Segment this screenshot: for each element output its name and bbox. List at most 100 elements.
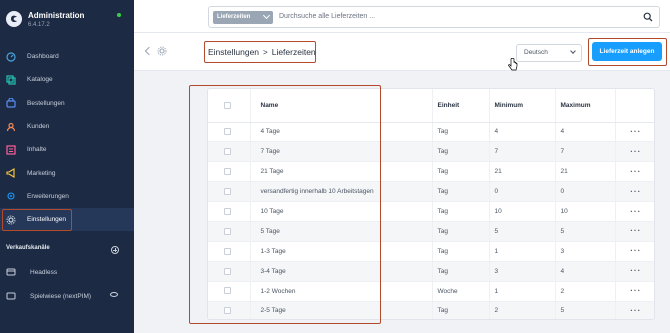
cell-name[interactable]: 4 Tage — [250, 122, 433, 143]
more-options-icon[interactable]: ··· — [630, 127, 641, 136]
cell-minimum: 7 — [489, 141, 556, 163]
row-actions-cell: ··· — [615, 261, 654, 282]
table-row: 10 Tage Tag 10 10 ··· — [208, 201, 654, 222]
more-options-icon[interactable]: ··· — [630, 287, 641, 295]
cell-name[interactable]: 5 Tage — [250, 221, 433, 242]
cell-name[interactable]: versandfertig innerhalb 10 Arbeitstagen — [250, 181, 433, 203]
more-options-icon[interactable]: ··· — [630, 187, 641, 196]
row-checkbox[interactable] — [224, 247, 231, 255]
cell-minimum: 3 — [489, 261, 556, 282]
cell-name[interactable]: 7 Tage — [250, 141, 433, 163]
brand[interactable]: Administration 6.4.17.2 — [6, 9, 130, 35]
row-checkbox[interactable] — [224, 307, 231, 315]
row-actions-cell: ··· — [615, 201, 654, 222]
table-row: 3-4 Tage Tag 3 4 ··· — [208, 261, 654, 282]
more-options-icon[interactable]: ··· — [630, 227, 641, 235]
sales-channel-spielwiese[interactable]: Spielwiese (nextPIM) — [6, 289, 130, 303]
language-select[interactable]: Deutsch — [516, 44, 582, 62]
row-checkbox[interactable] — [224, 287, 231, 295]
cell-maximum: 7 — [555, 141, 616, 163]
sales-channels-heading: Verkaufskanäle — [6, 245, 50, 251]
add-sales-channel-icon[interactable] — [111, 246, 119, 254]
cell-name[interactable]: 21 Tage — [250, 161, 433, 183]
row-actions-cell: ··· — [615, 141, 654, 163]
cell-maximum: 3 — [555, 241, 616, 262]
catalog-icon — [6, 75, 16, 85]
column-header-maximum[interactable]: Maximum — [555, 89, 616, 123]
cell-name[interactable]: 3-4 Tage — [250, 261, 433, 282]
search-bar[interactable]: Lieferzeiten Durchsuche alle Lieferzeite… — [208, 6, 660, 28]
cell-name[interactable]: 10 Tage — [250, 201, 433, 222]
sidebar-item-label: Inhalte — [27, 146, 47, 154]
search-input[interactable]: Durchsuche alle Lieferzeiten ... — [279, 13, 375, 20]
more-options-icon[interactable]: ··· — [630, 306, 641, 315]
more-options-icon[interactable]: ··· — [630, 207, 641, 216]
cell-unit: Tag — [432, 141, 490, 163]
row-select-cell — [208, 301, 251, 319]
more-options-icon[interactable]: ··· — [630, 167, 641, 176]
row-checkbox[interactable] — [224, 188, 231, 195]
cell-unit: Tag — [432, 221, 490, 242]
cell-unit: Tag — [432, 241, 490, 262]
sidebar-item-label: Dashboard — [27, 53, 59, 61]
cell-name[interactable]: 1-3 Tage — [250, 241, 433, 262]
column-header-unit[interactable]: Einheit — [432, 89, 490, 123]
row-actions-cell: ··· — [615, 221, 654, 242]
row-select-cell — [208, 201, 251, 222]
cell-name[interactable]: 2-5 Tage — [250, 301, 433, 319]
sidebar-item-kataloge[interactable]: Kataloge — [0, 68, 134, 91]
add-delivery-time-button[interactable]: Lieferzeit anlegen — [592, 42, 662, 61]
row-actions-cell: ··· — [615, 241, 654, 262]
row-actions-cell: ··· — [615, 301, 654, 319]
more-options-icon[interactable]: ··· — [630, 267, 641, 275]
app-title: Administration — [28, 11, 85, 20]
select-all-checkbox[interactable] — [224, 101, 231, 109]
cell-maximum: 10 — [555, 201, 616, 222]
more-options-icon[interactable]: ··· — [630, 247, 641, 255]
table-row: 5 Tage Tag 5 5 ··· — [208, 221, 654, 242]
row-select-cell — [208, 181, 251, 203]
headless-icon — [6, 268, 16, 276]
sidebar-item-kunden[interactable]: Kunden — [0, 115, 134, 138]
sidebar-item-dashboard[interactable]: Dashboard — [0, 45, 134, 68]
row-checkbox[interactable] — [224, 128, 231, 136]
sales-channel-headless[interactable]: Headless — [6, 265, 130, 279]
sales-channel-label: Headless — [30, 268, 58, 276]
row-select-cell — [208, 261, 251, 282]
settings-small-icon — [157, 46, 167, 56]
sidebar-item-label: Bestellungen — [27, 99, 65, 107]
search-icon[interactable] — [643, 12, 653, 22]
column-header-name[interactable]: Name — [250, 89, 433, 123]
cell-unit: Woche — [432, 281, 490, 302]
table-row: 4 Tage Tag 4 4 ··· — [208, 122, 654, 143]
sidebar-item-bestellungen[interactable]: Bestellungen — [0, 92, 134, 115]
more-options-icon[interactable]: ··· — [630, 147, 641, 156]
main-navigation: Dashboard Kataloge Bestellungen Kunden I… — [0, 45, 134, 232]
eye-icon[interactable] — [110, 292, 118, 297]
sidebar-item-marketing[interactable]: Marketing — [0, 161, 134, 184]
cell-name[interactable]: 1-2 Wochen — [250, 281, 433, 302]
sidebar-item-inhalte[interactable]: Inhalte — [0, 138, 134, 161]
search-type-select[interactable]: Lieferzeiten — [213, 11, 273, 24]
cell-minimum: 1 — [489, 281, 556, 302]
row-checkbox[interactable] — [224, 227, 231, 235]
row-checkbox[interactable] — [224, 267, 231, 275]
delivery-times-table-card: Name Einheit Minimum Maximum 4 Tage Tag … — [207, 88, 655, 320]
column-header-minimum[interactable]: Minimum — [489, 89, 556, 123]
cell-maximum: 2 — [555, 281, 616, 302]
breadcrumb-parent[interactable]: Einstellungen — [208, 47, 259, 57]
sidebar-item-label: Kataloge — [27, 76, 53, 84]
shopping-bag-icon — [6, 97, 16, 108]
cell-maximum: 0 — [555, 181, 616, 203]
table-row: 21 Tage Tag 21 21 ··· — [208, 161, 654, 183]
cell-unit: Tag — [432, 261, 490, 282]
row-checkbox[interactable] — [224, 168, 231, 176]
back-icon[interactable] — [144, 46, 154, 56]
row-checkbox[interactable] — [224, 148, 231, 156]
row-checkbox[interactable] — [224, 207, 231, 215]
sidebar-item-erweiterungen[interactable]: Erweiterungen — [0, 185, 134, 208]
cell-unit: Tag — [432, 201, 490, 222]
table-row: 1-2 Wochen Woche 1 2 ··· — [208, 281, 654, 302]
row-select-cell — [208, 161, 251, 183]
sidebar-item-einstellungen[interactable]: Einstellungen — [0, 208, 134, 232]
